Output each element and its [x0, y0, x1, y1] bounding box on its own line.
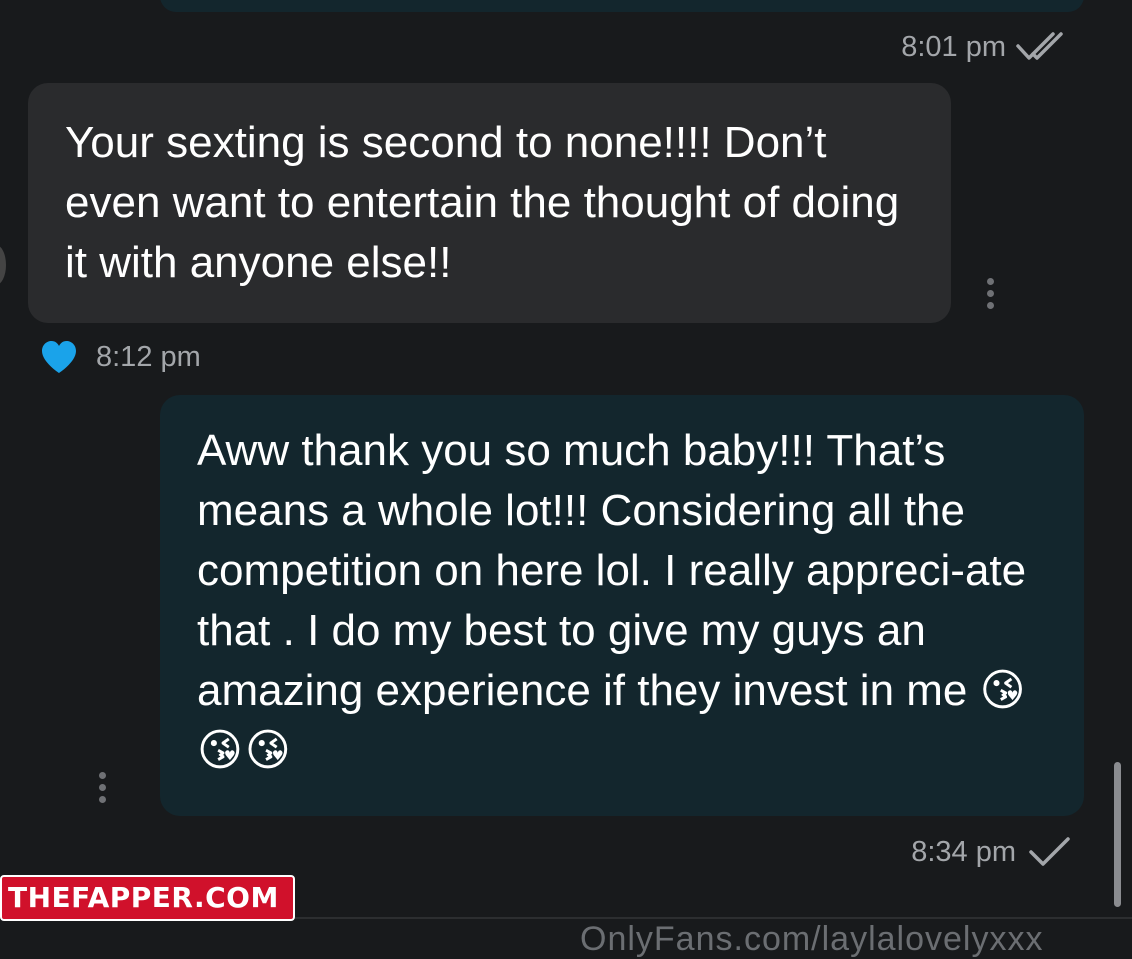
previous-outgoing-bubble	[160, 0, 1084, 12]
double-check-icon	[1016, 32, 1063, 60]
message-options-icon[interactable]	[987, 278, 997, 309]
incoming-message-bubble[interactable]: Your sexting is second to none!!!! Don’t…	[28, 83, 951, 323]
message-reaction: 8:12 pm	[40, 340, 201, 374]
check-icon	[1029, 837, 1070, 866]
message-options-icon[interactable]	[99, 772, 109, 803]
outgoing-message-bubble[interactable]: Aww thank you so much baby!!! That’s mea…	[160, 395, 1084, 816]
message-meta-1: 8:01 pm	[901, 30, 1072, 64]
message-time: 8:34 pm	[911, 835, 1016, 868]
message-time: 8:12 pm	[96, 340, 201, 373]
scrollbar[interactable]	[1114, 762, 1121, 907]
avatar[interactable]	[0, 245, 6, 285]
watermark-badge: THEFAPPER.COM	[0, 875, 295, 921]
message-text: Your sexting is second to none!!!! Don’t…	[65, 118, 900, 287]
message-meta-3: 8:34 pm	[911, 835, 1072, 869]
heart-icon[interactable]	[40, 340, 78, 374]
message-text: Aww thank you so much baby!!! That’s mea…	[197, 426, 1027, 715]
message-time: 8:01 pm	[901, 30, 1006, 63]
footer-url: OnlyFans.com/laylalovelyxxx	[580, 920, 1044, 958]
